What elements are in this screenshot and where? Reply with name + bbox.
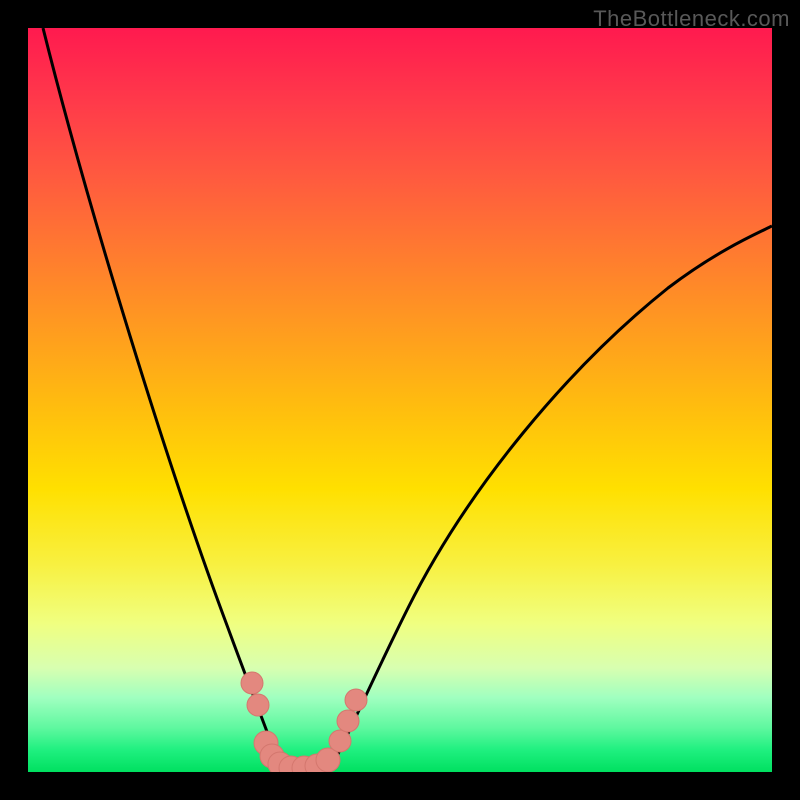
- chart-frame: TheBottleneck.com: [0, 0, 800, 800]
- gradient-plot-area: [28, 28, 772, 772]
- watermark-text: TheBottleneck.com: [593, 6, 790, 32]
